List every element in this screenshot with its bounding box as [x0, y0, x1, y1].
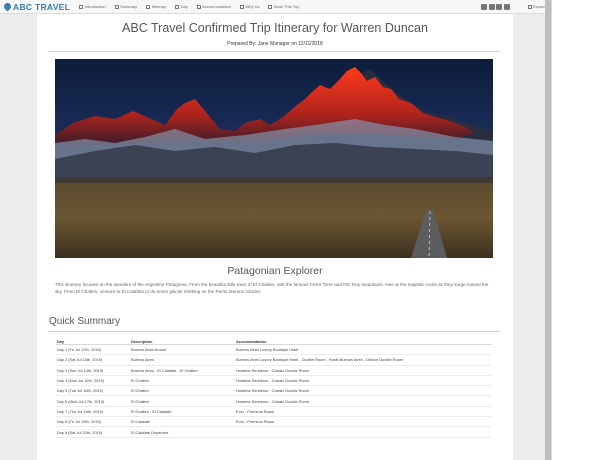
- tour-name: Patagonian Explorer: [227, 265, 323, 277]
- table-row: Day 1 (Fri Jul 12th, 2019) Buenos Aires A…: [56, 345, 492, 356]
- brand-name: ABC TRAVEL: [13, 1, 71, 12]
- nav-item-summary[interactable]: Summary: [114, 4, 138, 9]
- tour-description: This itinerary focuses on the wonders of…: [55, 282, 489, 294]
- home-icon: [196, 4, 201, 9]
- hero-image: [55, 59, 493, 258]
- row-description: El Calafate Departure: [131, 429, 169, 435]
- table-header: Day Description Accommodation: [56, 338, 492, 345]
- row-day: Day 4 (Mon Jul 15th, 2019): [57, 378, 104, 384]
- scrollbar-track[interactable]: [551, 0, 600, 460]
- brand-logo[interactable]: ABC TRAVEL: [2, 1, 71, 12]
- row-description: El Chalten: [131, 378, 149, 384]
- row-description: El Calafate: [131, 419, 151, 425]
- row-accommodation: Buenos Aires Luxury Boutique Hotel - Dou…: [236, 357, 404, 363]
- summary-table: Day Description Accommodation Day 1 (Fri…: [56, 338, 492, 438]
- nav-item-why-us[interactable]: Why Us: [239, 4, 260, 9]
- nav-item-label: Accommodation: [202, 4, 231, 9]
- row-description: Buenos Aires Arrival: [131, 347, 166, 353]
- nav-item-label: Day: [180, 4, 188, 9]
- nav-item-introduction[interactable]: Introduction: [79, 4, 106, 9]
- row-accommodation: Hosteria Senderos - Classic Double Room: [236, 388, 310, 394]
- row-day: Day 1 (Fri Jul 12th, 2019): [57, 347, 101, 353]
- chat-icon: [239, 4, 244, 9]
- column-header-description: Description: [131, 338, 153, 344]
- page-title: ABC Travel Confirmed Trip Itinerary for …: [122, 21, 428, 35]
- table-row: Day 5 (Tue Jul 16th, 2019) El Chalten Host…: [56, 386, 492, 397]
- row-description: El Chalten - El Calafate: [131, 408, 172, 414]
- table-row: Day 6 (Wed Jul 17th, 2019) El Chalten Host…: [56, 396, 492, 407]
- row-description: Buenos Aires - El Calafate - El Chalten: [131, 367, 198, 373]
- row-description: Buenos Aires: [131, 357, 154, 363]
- quick-summary-title: Quick Summary: [49, 316, 121, 327]
- row-accommodation: Hosteria Senderos - Classic Double Room: [236, 367, 310, 373]
- row-day: Day 6 (Wed Jul 17th, 2019): [57, 398, 105, 404]
- list-icon: [114, 4, 119, 9]
- nav-item-day[interactable]: Day: [175, 4, 188, 9]
- table-row: Day 8 (Fri Jul 19th, 2019) El Calafate Eol…: [56, 417, 492, 428]
- table-row: Day 4 (Mon Jul 15th, 2019) El Chalten Host…: [56, 376, 492, 387]
- row-day: Day 7 (Thu Jul 18th, 2019): [57, 408, 104, 414]
- row-day: Day 3 (Sun Jul 14th, 2019): [57, 367, 104, 373]
- table-row: Day 7 (Thu Jul 18th, 2019) El Chalten - E…: [56, 407, 492, 418]
- table-row: Day 2 (Sat Jul 13th, 2019) Buenos Aires Bu…: [56, 355, 492, 366]
- row-day: Day 2 (Sat Jul 13th, 2019): [57, 357, 103, 363]
- column-header-accommodation: Accommodation: [236, 338, 267, 344]
- nav-item-label: Book This Trip: [273, 4, 300, 9]
- nav-item-itinerary[interactable]: Itinerary: [146, 4, 166, 9]
- user-icon: [528, 4, 532, 9]
- column-header-day: Day: [57, 338, 65, 344]
- pinterest-icon[interactable]: [496, 4, 502, 10]
- row-day: Day 5 (Tue Jul 16th, 2019): [57, 388, 103, 394]
- nav-item-label: Introduction: [84, 4, 106, 9]
- nav-item-label: Itinerary: [151, 4, 167, 9]
- row-day: Day 9 (Sat Jul 20th, 2019): [57, 429, 103, 435]
- info-icon: [79, 4, 84, 9]
- nav-item-book-this-trip[interactable]: Book This Trip: [268, 4, 299, 9]
- row-accommodation: Hosteria Senderos - Classic Double Room: [236, 378, 310, 384]
- calendar-icon: [146, 4, 151, 9]
- book-icon: [268, 4, 273, 9]
- nav-menu: Introduction Summary Itinerary Day Accom…: [79, 4, 308, 9]
- title-divider: [48, 51, 500, 52]
- facebook-icon[interactable]: [481, 4, 487, 10]
- table-row: Day 9 (Sat Jul 20th, 2019) El Calafate De…: [56, 427, 492, 438]
- row-description: El Chalten: [131, 398, 149, 404]
- row-accommodation: Eolo - Premium Room: [236, 419, 275, 425]
- scrollbar-thumb[interactable]: [545, 0, 551, 460]
- export-button[interactable]: Export: [528, 4, 545, 9]
- nav-item-accommodation[interactable]: Accommodation: [196, 4, 231, 9]
- prepared-by: Prepared By: Jane Manager on 12/11/2018: [227, 41, 323, 47]
- social-links: [481, 4, 511, 10]
- row-accommodation: Eolo - Premium Room: [236, 408, 275, 414]
- row-day: Day 8 (Fri Jul 19th, 2019): [57, 419, 101, 425]
- row-accommodation: Buenos Aires Luxury Boutique Hotel: [236, 347, 299, 353]
- row-accommodation: Hosteria Senderos - Classic Double Room: [236, 398, 310, 404]
- email-icon[interactable]: [503, 4, 510, 10]
- nav-item-label: Summary: [120, 4, 138, 9]
- day-icon: [175, 4, 180, 9]
- table-row: Day 3 (Sun Jul 14th, 2019) Buenos Aires -…: [56, 366, 492, 376]
- twitter-icon[interactable]: [488, 4, 495, 10]
- nav-item-label: Why Us: [245, 4, 260, 9]
- top-navbar: ABC TRAVEL Introduction Summary Itinerar…: [0, 0, 551, 14]
- summary-divider: [48, 331, 500, 332]
- row-description: El Chalten: [131, 388, 149, 394]
- export-label: Export: [533, 4, 545, 9]
- map-pin-icon: [2, 1, 13, 12]
